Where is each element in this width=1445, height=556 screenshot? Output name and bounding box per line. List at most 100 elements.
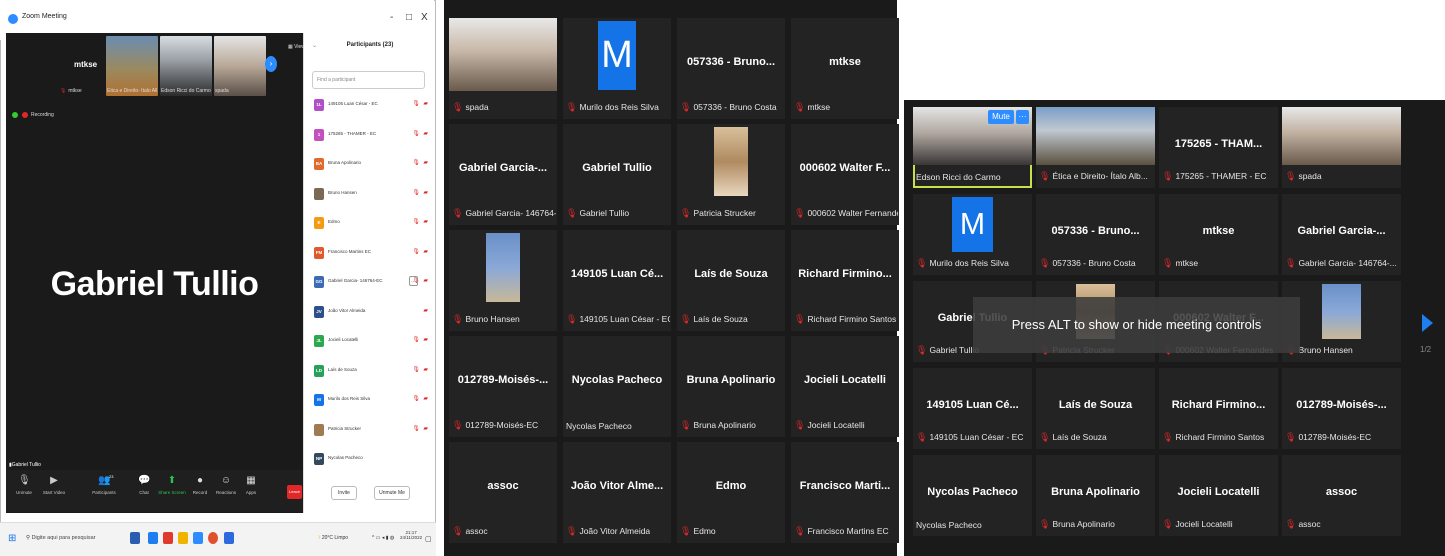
- mic-muted-icon: 🎙: [680, 102, 692, 112]
- participant-tile[interactable]: Edson Ricci do Carmo Mute ···: [913, 107, 1032, 188]
- strip-tile-video[interactable]: Ética e Direito- Ítalo Alb...: [106, 36, 158, 96]
- windows-start-icon[interactable]: ⊞: [8, 533, 16, 544]
- notification-icon[interactable]: ▢: [425, 535, 432, 543]
- file-explorer-icon[interactable]: [178, 532, 188, 544]
- participant-row[interactable]: FM Francisco Martins EC 🎙 ▰: [312, 245, 430, 263]
- participant-tile[interactable]: Bruna Apolinario 🎙 Bruna Apolinario: [1036, 455, 1155, 536]
- tile-label: 🎙 assoc: [1285, 519, 1321, 529]
- participant-row[interactable]: JL Jocieli Locatelli 🎙 ▰: [312, 333, 430, 351]
- chrome-icon[interactable]: [208, 532, 218, 544]
- participant-tile[interactable]: João Vitor Alme... 🎙 João Vitor Almeida: [563, 442, 671, 543]
- participant-tile[interactable]: Edmo 🎙 Edmo: [677, 442, 785, 543]
- participant-tile[interactable]: 057336 - Bruno... 🎙 057336 - Bruno Costa: [1036, 194, 1155, 275]
- participant-tile[interactable]: 🎙 Ética e Direito- Ítalo Alb...: [1036, 107, 1155, 188]
- mic-muted-icon: 🎙: [680, 314, 692, 324]
- avatar: JL: [314, 335, 324, 347]
- mic-muted-icon: 🎙: [1039, 171, 1051, 181]
- participant-row[interactable]: M Murilo dos Reis Silva 🎙 ▰: [312, 392, 430, 410]
- participant-tile[interactable]: Richard Firmino... 🎙 Richard Firmino Santo…: [1159, 368, 1278, 449]
- participant-tile[interactable]: Richard Firmino... 🎙 Richard Firmino Santo…: [791, 230, 899, 331]
- participant-row[interactable]: JV João Vitor Almeida ▰: [312, 304, 430, 322]
- participant-tile[interactable]: 000602 Walter F... 🎙000602 Walter Fernand…: [791, 124, 899, 225]
- more-options-button[interactable]: …: [409, 276, 418, 286]
- participant-row[interactable]: LD Laís de Souza 🎙 ▰: [312, 363, 430, 381]
- tile-display-name: Jocieli Locatelli: [1177, 485, 1260, 498]
- participant-row[interactable]: GG Gabriel Garcia- 146764-EC 🎙… ▰: [312, 274, 430, 292]
- participant-video: [1282, 107, 1401, 166]
- minimize-button[interactable]: -: [390, 12, 393, 23]
- strip-tile-video[interactable]: Edson Ricci do Carmo: [160, 36, 212, 96]
- taskbar-clock[interactable]: 21:17 24/11/2022: [400, 530, 422, 540]
- participant-tile[interactable]: 175265 - THAM... 🎙 175265 - THAMER - EC: [1159, 107, 1278, 188]
- app-icon[interactable]: [163, 532, 173, 544]
- participant-name: Francisco Martins EC: [328, 248, 372, 254]
- system-tray-icons[interactable]: ^ ▭ ◂ ▮ ◍: [372, 535, 394, 541]
- participant-tile[interactable]: 057336 - Bruno... 🎙 057336 - Bruno Costa: [677, 18, 785, 119]
- collapse-panel-icon[interactable]: ⌄: [312, 42, 317, 49]
- participant-tile[interactable]: Gabriel Garcia-... 🎙 Gabriel Garcia- 14676…: [1282, 194, 1401, 275]
- participant-tile[interactable]: Laís de Souza 🎙 Laís de Souza: [677, 230, 785, 331]
- participant-tile[interactable]: 149105 Luan Cé... 🎙 149105 Luan César - EC: [563, 230, 671, 331]
- participant-row[interactable]: Bruno Hansen 🎙 ▰: [312, 186, 430, 204]
- leave-button[interactable]: Leave: [287, 485, 302, 499]
- unmute-me-button[interactable]: Unmute Me: [374, 486, 410, 500]
- start-video-button[interactable]: ▶ Start Video: [37, 473, 71, 495]
- participant-tile[interactable]: Francisco Marti... 🎙 Francisco Martins EC: [791, 442, 899, 543]
- participant-tile[interactable]: 🎙 spada: [1282, 107, 1401, 188]
- participant-tile[interactable]: M 🎙 Murilo dos Reis Silva: [913, 194, 1032, 275]
- participant-tile[interactable]: 🎙Bruno Hansen: [449, 230, 557, 331]
- mic-muted-icon: 🎙: [794, 208, 806, 218]
- next-page-arrow-icon[interactable]: [1422, 314, 1433, 332]
- tile-display-name: mtkse: [829, 56, 861, 69]
- weather-widget[interactable]: ☽ 20°C Limpo: [316, 535, 348, 541]
- participant-tile[interactable]: 🎙 spada: [449, 18, 557, 119]
- participant-tile[interactable]: mtkse 🎙 mtkse: [1159, 194, 1278, 275]
- reactions-icon: ☺: [220, 475, 232, 486]
- participant-row[interactable]: 1L 149105 Luan César - EC 🎙 ▰: [312, 97, 430, 115]
- video-off-icon: ▰: [423, 366, 428, 373]
- apps-button[interactable]: ▦ Apps: [234, 473, 268, 495]
- participant-tile[interactable]: 012789-Moisés-... 🎙 012789-Moisés-EC: [1282, 368, 1401, 449]
- zoom-app-icon[interactable]: [193, 532, 203, 544]
- participant-tile[interactable]: Laís de Souza 🎙 Laís de Souza: [1036, 368, 1155, 449]
- maximize-button[interactable]: □: [406, 12, 412, 23]
- tile-label: 🎙 Laís de Souza: [680, 314, 748, 324]
- participant-tile[interactable]: Nycolas Pacheco Nycolas Pacheco: [563, 336, 671, 437]
- participant-tile[interactable]: 🎙Patricia Strucker: [677, 124, 785, 225]
- app-icon[interactable]: [224, 532, 234, 544]
- strip-tile-mtkse[interactable]: mtkse 🎙 mtkse: [52, 36, 104, 96]
- participant-tile[interactable]: mtkse 🎙 mtkse: [791, 18, 899, 119]
- strip-tile-video[interactable]: spada: [214, 36, 266, 96]
- participant-tile[interactable]: Jocieli Locatelli 🎙 Jocieli Locatelli: [1159, 455, 1278, 536]
- participant-row[interactable]: 1 175265 - THAMER - EC 🎙 ▰: [312, 127, 430, 145]
- participant-tile[interactable]: Gabriel Tullio 🎙Gabriel Tullio: [563, 124, 671, 225]
- participant-tile[interactable]: Nycolas Pacheco Nycolas Pacheco: [913, 455, 1032, 536]
- grid-icon: ▦: [288, 44, 293, 50]
- strip-next-button[interactable]: ›: [265, 56, 277, 72]
- avatar: [314, 423, 324, 436]
- participant-row[interactable]: E Edmo 🎙 ▰: [312, 215, 430, 233]
- taskbar-search-input[interactable]: ⚲ Digite aqui para pesquisar: [22, 531, 122, 546]
- participant-tile[interactable]: Jocieli Locatelli 🎙 Jocieli Locatelli: [791, 336, 899, 437]
- participant-tile[interactable]: assoc 🎙 assoc: [1282, 455, 1401, 536]
- task-view-icon[interactable]: [130, 532, 140, 544]
- participant-tile[interactable]: M 🎙 Murilo dos Reis Silva: [563, 18, 671, 119]
- participant-tile[interactable]: 012789-Moisés-... 🎙 012789-Moisés-EC: [449, 336, 557, 437]
- participant-tile[interactable]: assoc 🎙 assoc: [449, 442, 557, 543]
- tile-label: 🎙 Ética e Direito- Ítalo Alb...: [1039, 171, 1148, 181]
- find-participant-input[interactable]: Find a participant: [312, 71, 425, 89]
- participant-tile[interactable]: Gabriel Garcia-... 🎙 Gabriel Garcia- 14676…: [449, 124, 557, 225]
- more-options-button[interactable]: ···: [1016, 110, 1029, 124]
- app-icon[interactable]: [148, 532, 158, 544]
- close-button[interactable]: X: [421, 12, 428, 23]
- participant-row[interactable]: NP Nycolas Pacheco: [312, 451, 430, 469]
- participant-tile[interactable]: Bruna Apolinario 🎙 Bruna Apolinario: [677, 336, 785, 437]
- unmute-button[interactable]: 🎙 Unmute: [7, 473, 41, 495]
- mute-button[interactable]: Mute: [988, 110, 1014, 124]
- participant-row[interactable]: BA Bruna Apolinario 🎙 ▰: [312, 156, 430, 174]
- page-indicator: 1/2: [1420, 345, 1432, 354]
- participant-row[interactable]: Patricia Strucker 🎙 ▰: [312, 422, 430, 440]
- invite-button[interactable]: Invite: [331, 486, 357, 500]
- participant-tile[interactable]: 149105 Luan Cé... 🎙 149105 Luan César - EC: [913, 368, 1032, 449]
- participants-button[interactable]: 👥 23 Participants: [87, 473, 121, 495]
